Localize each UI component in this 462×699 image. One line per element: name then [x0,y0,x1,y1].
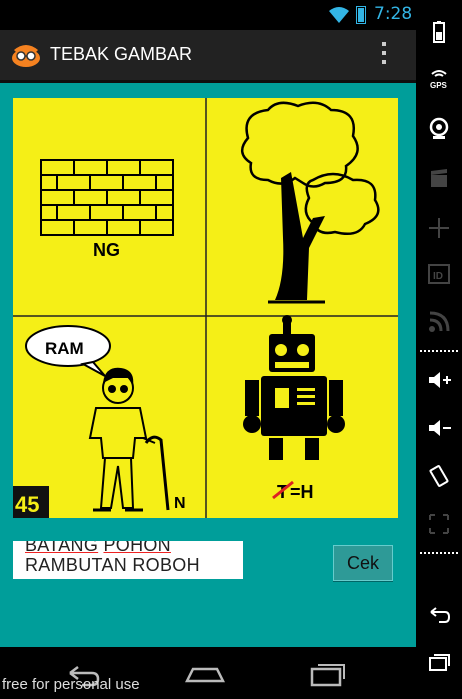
rotate-screen-icon[interactable] [427,464,451,488]
move-arrows-icon[interactable] [427,216,451,240]
video-clapper-icon[interactable] [427,166,451,190]
status-bar: 7:28 [0,0,416,30]
scale-icon[interactable] [427,512,451,536]
panel1-text: NG [93,240,120,260]
recent-apps-icon[interactable] [427,650,451,674]
back-icon[interactable] [427,602,451,626]
svg-text:GPS: GPS [430,81,448,90]
puzzle-image: NG RAM N 45 =H [13,98,398,518]
tree-icon [241,101,380,304]
app-logo-icon [12,45,40,67]
answer-line1-word1: BATANG [25,541,99,555]
panel-divider [420,350,458,352]
wifi-icon [329,7,349,23]
check-button[interactable]: Cek [333,545,393,581]
answer-line1-word2: POHON [103,541,171,555]
panel4-text: =H [290,482,314,502]
battery-icon [356,6,366,24]
emulator-side-panel: GPS ID [416,0,462,699]
action-bar: TEBAK GAMBAR [0,30,416,83]
clock: 7:28 [374,4,413,24]
main-content: NG RAM N 45 =H BATANG POHON RAMBUTAN ROB… [0,83,416,647]
panel3-speech: RAM [45,339,84,358]
watermark: free for personal use [2,676,140,693]
robot-icon [243,315,345,460]
battery-icon[interactable] [427,20,451,44]
answer-input[interactable]: BATANG POHON RAMBUTAN ROBOH [13,541,243,579]
id-icon[interactable]: ID [427,262,451,286]
brick-wall-icon [40,159,174,236]
gps-icon[interactable]: GPS [427,66,451,90]
overflow-menu-icon[interactable] [380,42,388,68]
rss-icon[interactable] [427,310,451,334]
svg-text:ID: ID [433,271,443,282]
recent-apps-icon[interactable] [308,659,348,687]
panel3-text: N [174,495,186,512]
panel-divider [420,552,458,554]
answer-line2: RAMBUTAN ROBOH [25,555,200,575]
volume-down-icon[interactable] [427,416,451,440]
volume-up-icon[interactable] [427,368,451,392]
camera-icon[interactable] [427,116,451,140]
app-title: TEBAK GAMBAR [50,44,193,64]
puzzle-number: 45 [15,492,39,517]
home-icon[interactable] [185,659,225,687]
